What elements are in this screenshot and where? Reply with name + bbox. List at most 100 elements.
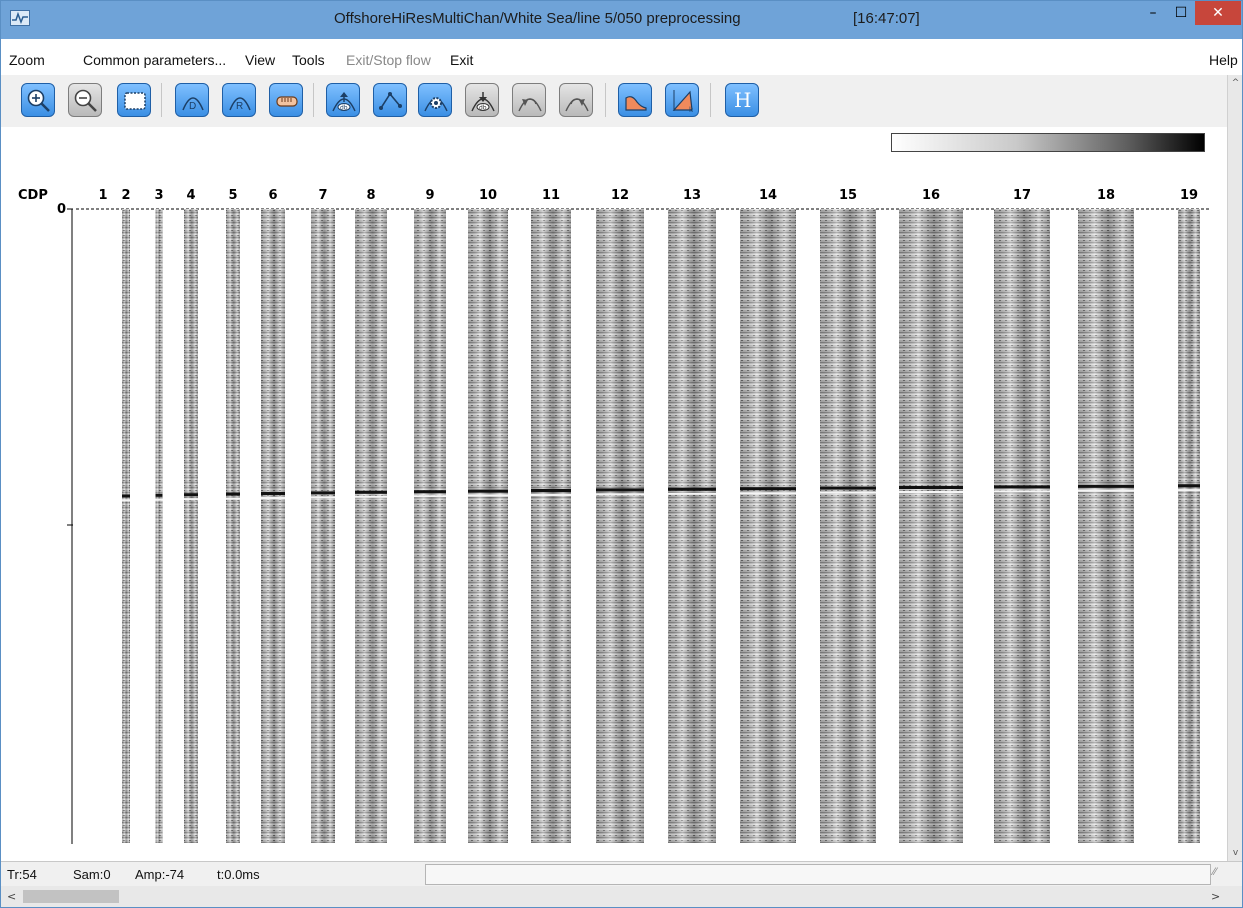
pick-icon[interactable]: [373, 83, 407, 117]
vertical-scrollbar[interactable]: ^ v: [1227, 75, 1242, 861]
cdp-gather-shading: [355, 209, 387, 843]
scroll-up-icon[interactable]: ^: [1228, 75, 1243, 91]
reflector-event: [740, 487, 796, 491]
svg-text:db: db: [479, 105, 487, 112]
reflector-event: [122, 499, 130, 502]
menu-tools[interactable]: Tools: [292, 52, 325, 68]
reflector-event: [531, 494, 571, 496]
maximize-button[interactable]: ☐: [1167, 1, 1195, 25]
reflector-event: [740, 492, 796, 495]
status-amplitude: Amp:-74: [135, 867, 185, 882]
reflector-event: [414, 490, 446, 494]
cdp-gather-shading: [899, 209, 963, 843]
reflector-event: [820, 491, 876, 494]
reflector-event: [261, 497, 285, 499]
settings-icon[interactable]: [418, 83, 452, 117]
seismic-plot[interactable]: CDP 1 2 3 4 5 6 7 8 9 10 11 12 13 14 15 16 17 18 19 0: [1, 127, 1227, 861]
close-button[interactable]: ✕: [1195, 1, 1241, 25]
resize-grip-icon[interactable]: ⁄⁄: [1213, 866, 1227, 882]
header-icon[interactable]: H: [725, 83, 759, 117]
cdp-gather-shading: [1178, 209, 1200, 843]
reflector-event: [1178, 484, 1200, 488]
r-curve-icon[interactable]: R: [222, 83, 256, 117]
cdp-gather-shading: [184, 209, 198, 843]
reflector-event: [184, 493, 198, 497]
reflector-event: [311, 491, 335, 495]
reflector-event: [226, 492, 240, 496]
toolbar-separator: [161, 83, 162, 117]
menu-view[interactable]: View: [245, 52, 275, 68]
reflector-event: [1078, 489, 1134, 492]
toolbar-separator: [313, 83, 314, 117]
reflector-event: [668, 492, 716, 495]
menu-bar: Zoom Common parameters... View Tools Exi…: [1, 39, 1242, 75]
toolbar-separator: [710, 83, 711, 117]
seismic-traces[interactable]: [1, 127, 1227, 861]
reflector-event: [899, 486, 963, 489]
gain-bar-icon[interactable]: [269, 83, 303, 117]
toolbar-separator: [605, 83, 606, 117]
reflector-event: [468, 489, 508, 493]
cdp-gather-shading: [820, 209, 876, 843]
title-bar[interactable]: OffshoreHiResMultiChan/White Sea/line 5/…: [1, 1, 1242, 39]
cdp-gather-shading: [740, 209, 796, 843]
reflector-event: [355, 495, 387, 498]
window-time: [16:47:07]: [853, 10, 920, 27]
gain-up-icon[interactable]: db: [326, 83, 360, 117]
toolbar: D R db db k H: [1, 75, 1227, 127]
reflector-event: [668, 487, 716, 491]
reflector-event: [820, 486, 876, 490]
status-time: t:0.0ms: [217, 867, 260, 882]
menu-zoom[interactable]: Zoom: [9, 52, 45, 68]
reflector-event: [596, 493, 644, 496]
cdp-gather-shading: [531, 209, 571, 843]
reflector-event: [596, 488, 644, 492]
cdp-gather-shading: [668, 209, 716, 843]
zoom-out-icon[interactable]: [68, 83, 102, 117]
fk-icon[interactable]: k: [665, 83, 699, 117]
scroll-down-icon[interactable]: v: [1228, 845, 1243, 861]
reflector-event: [261, 492, 285, 495]
menu-common-parameters[interactable]: Common parameters...: [83, 52, 226, 68]
horizontal-scrollbar[interactable]: < >: [1, 886, 1242, 907]
status-message-panel: [425, 864, 1211, 885]
svg-text:k: k: [689, 106, 694, 114]
spectrum-icon[interactable]: [618, 83, 652, 117]
menu-exit[interactable]: Exit: [450, 52, 473, 68]
svg-text:D: D: [189, 101, 196, 112]
cdp-gather-shading: [596, 209, 644, 843]
reflector-event: [155, 498, 163, 501]
d-curve-icon[interactable]: D: [175, 83, 209, 117]
scroll-left-icon[interactable]: <: [7, 888, 21, 905]
menu-help[interactable]: Help: [1209, 52, 1238, 68]
reflector-event: [414, 495, 446, 498]
cdp-gather-shading: [468, 209, 508, 843]
reflector-event: [226, 497, 240, 500]
cdp-gather-shading: [414, 209, 446, 843]
app-icon[interactable]: [10, 10, 30, 26]
reflector-event: [311, 496, 335, 499]
cdp-gather-shading: [155, 209, 163, 843]
status-trace: Tr:54: [7, 867, 37, 882]
fit-view-icon[interactable]: [117, 83, 151, 117]
gain-down-icon[interactable]: db: [465, 83, 499, 117]
scrollbar-thumb[interactable]: [23, 890, 119, 903]
status-sample: Sam:0: [73, 867, 111, 882]
menu-exit-stop-flow[interactable]: Exit/Stop flow: [346, 52, 431, 68]
status-bar: Tr:54 Sam:0 Amp:-74 t:0.0ms ⁄⁄: [1, 861, 1242, 886]
redo-icon[interactable]: [559, 83, 593, 117]
svg-text:db: db: [340, 105, 348, 112]
cdp-gather-shading: [994, 209, 1050, 843]
cdp-gather-shading: [226, 209, 240, 843]
reflector-event: [899, 491, 963, 493]
minimize-button[interactable]: –: [1139, 1, 1167, 25]
undo-icon[interactable]: [512, 83, 546, 117]
zoom-in-icon[interactable]: [21, 83, 55, 117]
reflector-event: [122, 494, 130, 498]
reflector-event: [531, 489, 571, 492]
scroll-right-icon[interactable]: >: [1211, 888, 1225, 905]
cdp-gather-shading: [261, 209, 285, 843]
header-icon-label: H: [734, 88, 752, 112]
reflector-event: [994, 490, 1050, 493]
app-window: OffshoreHiResMultiChan/White Sea/line 5/…: [0, 0, 1243, 908]
